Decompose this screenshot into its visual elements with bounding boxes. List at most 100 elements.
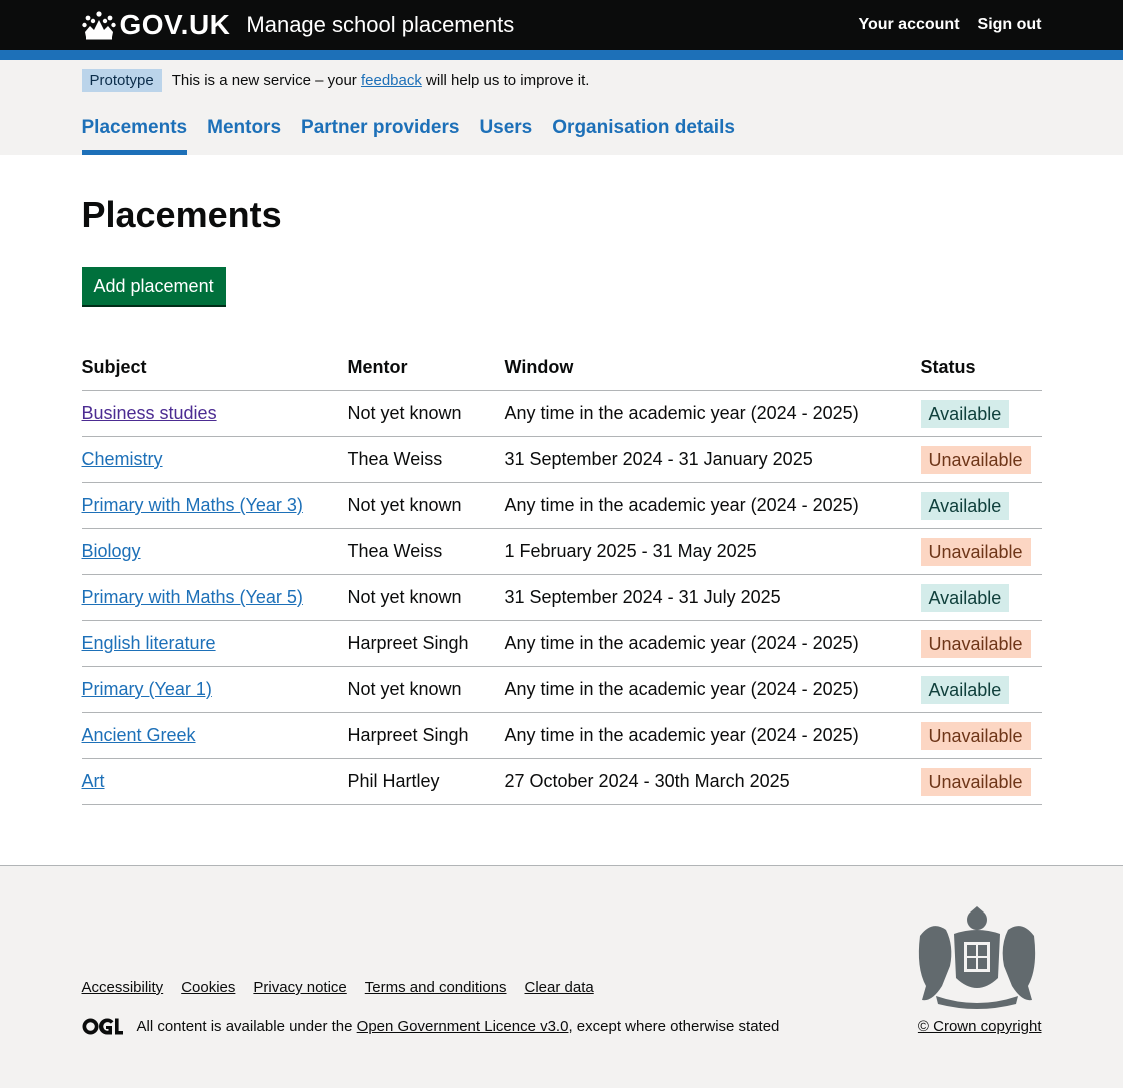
crown-copyright: © Crown copyright [918,1018,1042,1035]
cell-window: Any time in the academic year (2024 - 20… [504,620,921,667]
cell-window: 27 October 2024 - 30th March 2025 [504,758,921,805]
add-placement-button[interactable]: Add placement [81,267,226,305]
phase-banner: Prototype This is a new service – your f… [0,60,1123,100]
cell-status: Unavailable [920,528,1042,575]
header-mentor: Mentor [347,347,505,391]
table-header-row: Subject Mentor Window Status [81,347,1042,391]
footer-links: Accessibility Cookies Privacy notice Ter… [82,979,594,996]
cell-status: Unavailable [920,758,1042,805]
table-row: Primary with Maths (Year 5) Not yet know… [81,574,1042,621]
header-window: Window [504,347,921,391]
subject-link[interactable]: Art [82,771,105,791]
cell-mentor: Harpreet Singh [347,620,505,667]
crown-copyright-link[interactable]: © Crown copyright [918,1018,1042,1035]
subject-link[interactable]: Primary (Year 1) [82,679,212,699]
status-badge: Unavailable [920,537,1031,566]
cell-subject: Chemistry [81,436,348,483]
subject-link[interactable]: Primary with Maths (Year 3) [82,495,303,515]
status-badge: Unavailable [920,721,1031,750]
table-row: Chemistry Thea Weiss 31 September 2024 -… [81,436,1042,483]
cell-mentor: Not yet known [347,482,505,529]
cell-subject: Business studies [81,390,348,437]
table-row: Ancient Greek Harpreet Singh Any time in… [81,712,1042,759]
royal-coat-of-arms-icon [918,906,1035,1009]
table-row: Primary (Year 1) Not yet known Any time … [81,666,1042,713]
status-badge: Available [920,583,1010,612]
licence-statement: All content is available under the Open … [82,1018,780,1035]
nav-item-users[interactable]: Users [479,100,532,155]
page-title: Placements [81,194,282,235]
status-badge: Available [920,675,1010,704]
cell-window: Any time in the academic year (2024 - 20… [504,712,921,759]
nav-item-placements[interactable]: Placements [81,100,187,155]
status-badge: Available [920,399,1010,428]
govuk-logo-link[interactable]: GOV.UK [81,9,231,41]
cell-mentor: Harpreet Singh [347,712,505,759]
status-badge: Unavailable [920,445,1031,474]
cell-mentor: Not yet known [347,574,505,621]
phase-text: This is a new service – your feedback wi… [172,72,590,89]
placements-table: Subject Mentor Window Status Business st… [81,347,1042,805]
footer-container: Accessibility Cookies Privacy notice Ter… [82,866,1042,1088]
cell-mentor: Thea Weiss [347,528,505,575]
cell-mentor: Phil Hartley [347,758,505,805]
site-footer: Accessibility Cookies Privacy notice Ter… [0,865,1123,1088]
cell-subject: Ancient Greek [81,712,348,759]
site-header: GOV.UK Manage school placements Your acc… [0,0,1123,60]
cell-status: Available [920,574,1042,621]
cell-window: 31 September 2024 - 31 July 2025 [504,574,921,621]
header-account-nav: Your account Sign out [858,16,1041,34]
footer-link-clear-data[interactable]: Clear data [525,979,594,996]
phase-text-before: This is a new service – your [171,71,357,89]
header-status: Status [920,347,1042,391]
table-head: Subject Mentor Window Status [81,347,1042,391]
cell-status: Unavailable [920,436,1042,483]
cell-subject: Biology [81,528,348,575]
cell-status: Available [920,666,1042,713]
footer-link-cookies[interactable]: Cookies [181,979,235,996]
sign-out-link[interactable]: Sign out [978,16,1042,34]
phase-banner-container: Prototype This is a new service – your f… [81,60,1042,100]
subject-link[interactable]: Ancient Greek [82,725,196,745]
your-account-link[interactable]: Your account [858,16,959,34]
ogl-logo-icon [82,1018,123,1035]
cell-subject: Primary with Maths (Year 3) [81,482,348,529]
logo-text: GOV.UK [119,9,231,40]
cell-subject: Primary with Maths (Year 5) [81,574,348,621]
cell-status: Unavailable [920,712,1042,759]
footer-link-accessibility[interactable]: Accessibility [82,979,164,996]
primary-navigation: Placements Mentors Partner providers Use… [0,100,1123,155]
cell-status: Unavailable [920,620,1042,667]
nav-item-mentors[interactable]: Mentors [207,100,281,155]
cell-mentor: Not yet known [347,666,505,713]
cell-status: Available [920,390,1042,437]
subject-link[interactable]: Business studies [82,403,217,423]
table-row: Primary with Maths (Year 3) Not yet know… [81,482,1042,529]
cell-status: Available [920,482,1042,529]
cell-window: Any time in the academic year (2024 - 20… [504,390,921,437]
cell-subject: Art [81,758,348,805]
footer-link-terms-and-conditions[interactable]: Terms and conditions [365,979,507,996]
subject-link[interactable]: Primary with Maths (Year 5) [82,587,303,607]
subject-link[interactable]: Biology [82,541,141,561]
status-badge: Available [920,491,1010,520]
subject-link[interactable]: Chemistry [82,449,163,469]
subject-link[interactable]: English literature [82,633,216,653]
cell-subject: Primary (Year 1) [81,666,348,713]
cell-window: Any time in the academic year (2024 - 20… [504,482,921,529]
table-row: Art Phil Hartley 27 October 2024 - 30th … [81,758,1042,805]
licence-text-after: , except where otherwise stated [568,1018,780,1035]
footer-link-privacy-notice[interactable]: Privacy notice [253,979,346,996]
cell-mentor: Not yet known [347,390,505,437]
service-name-link[interactable]: Manage school placements [246,12,514,38]
cell-window: 1 February 2025 - 31 May 2025 [504,528,921,575]
open-government-licence-link[interactable]: Open Government Licence v3.0 [357,1018,569,1035]
cell-window: 31 September 2024 - 31 January 2025 [504,436,921,483]
licence-text-before: All content is available under the [136,1018,353,1035]
feedback-link[interactable]: feedback [361,72,422,89]
phase-text-after: will help us to improve it. [426,71,590,89]
table-row: Biology Thea Weiss 1 February 2025 - 31 … [81,528,1042,575]
nav-item-partner-providers[interactable]: Partner providers [301,100,459,155]
nav-item-organisation-details[interactable]: Organisation details [552,100,735,155]
main-content: Placements Add placement Subject Mentor … [81,155,1042,805]
